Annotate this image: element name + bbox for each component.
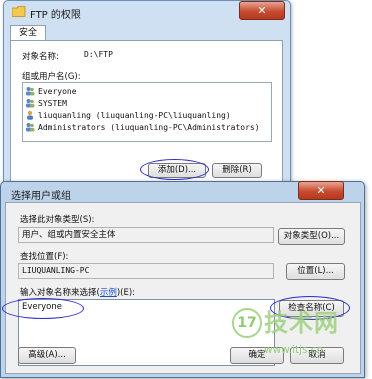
user-name: Administrators (liuquanling-PC\Administr… [38, 122, 260, 132]
watermark-text: 技术网 [264, 309, 339, 337]
advanced-button[interactable]: 高级(A)... [18, 347, 76, 364]
enter-names-label: 输入对象名称来选择(示例)(E): [20, 286, 135, 298]
remove-button[interactable]: 删除(R) [212, 163, 262, 178]
close-button[interactable]: ✕ [239, 1, 285, 20]
object-type-field: 用户、组或内置安全主体 [18, 227, 274, 243]
window-title: FTP 的权限 [30, 10, 81, 21]
object-types-button[interactable]: 对象类型(O)... [278, 228, 345, 245]
users-group-icon [26, 123, 35, 132]
watermark-url: www.itjs.cn [264, 344, 324, 356]
single-user-icon [27, 110, 33, 120]
list-item[interactable]: Everyone [25, 85, 77, 97]
enter-names-label-suffix: )(E): [116, 288, 136, 298]
examples-link[interactable]: 示例 [100, 288, 117, 298]
users-group-icon [26, 99, 35, 108]
list-item[interactable]: SYSTEM [25, 97, 67, 109]
add-button[interactable]: 添加(D)... [148, 163, 206, 178]
dialog-close-button[interactable]: ✕ [298, 181, 344, 200]
user-name: Everyone [38, 86, 77, 96]
location-field: LIUQUANLING-PC [18, 263, 274, 279]
enter-names-label-text: 输入对象名称来选择( [20, 288, 100, 298]
watermark-logo: 17 [232, 308, 262, 338]
location-label: 查找位置(F): [20, 252, 69, 262]
locations-button[interactable]: 位置(L)... [286, 263, 345, 280]
list-item[interactable]: Administrators (liuquanling-PC\Administr… [25, 121, 260, 133]
user-listbox[interactable]: Everyone SYSTEM liuquanling (liuquanling… [22, 82, 272, 142]
object-name-value: D:\FTP [84, 50, 113, 59]
user-name: SYSTEM [38, 98, 67, 108]
object-names-value: Everyone [22, 302, 62, 312]
group-or-user-label: 组或用户名(G): [22, 72, 81, 82]
user-name: liuquanling (liuquanling-PC\liuquanling) [38, 110, 231, 120]
users-group-icon [26, 87, 35, 96]
folder-icon [12, 6, 26, 17]
list-item[interactable]: liuquanling (liuquanling-PC\liuquanling) [25, 109, 231, 121]
dialog-title: 选择用户或组 [11, 191, 71, 202]
object-type-label: 选择此对象类型(S): [20, 215, 95, 225]
tab-security[interactable]: 安全 [10, 25, 46, 41]
object-name-label: 对象名称: [22, 52, 59, 62]
